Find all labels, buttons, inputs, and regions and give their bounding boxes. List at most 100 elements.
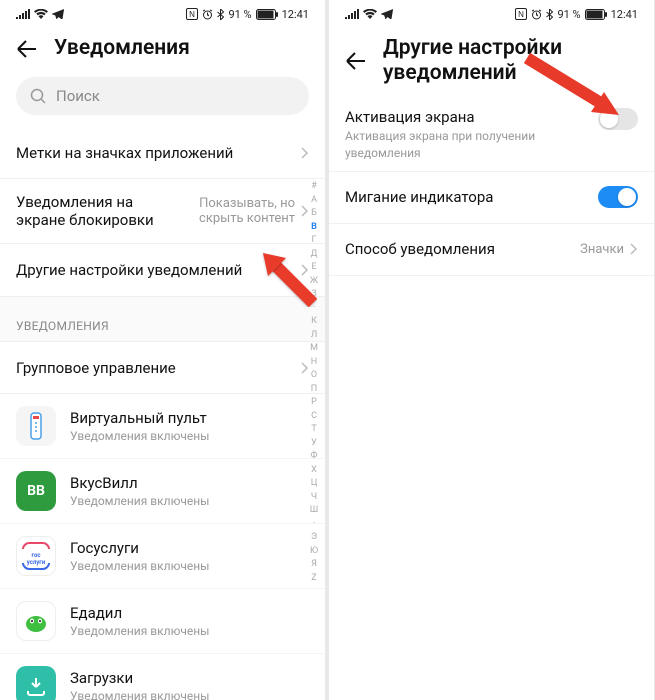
svg-text:гос: гос (32, 552, 41, 559)
alpha-index[interactable]: #АБВГДЕЖЗ·КЛМНОПРСТУФХЦЧШ·ЭЮЯZ (307, 180, 321, 690)
alpha-index-letter[interactable]: Ф (311, 450, 318, 464)
telegram-icon (52, 9, 64, 19)
battery-pct: 91 % (228, 8, 251, 21)
row-wake-screen[interactable]: Активация экрана Активация экрана при по… (329, 98, 654, 171)
alpha-index-letter[interactable]: А (311, 194, 317, 208)
toggle-led-blink[interactable] (598, 186, 638, 208)
row-app-badges[interactable]: Метки на значках приложений (0, 127, 325, 179)
page-title: Уведомления (54, 36, 190, 61)
bluetooth-icon (546, 9, 553, 20)
row-label: Активация экрана (345, 108, 598, 126)
row-led-blink[interactable]: Мигание индикатора (329, 172, 654, 224)
chevron-right-icon (301, 147, 309, 159)
row-value: Показывать, но скрыть контент (155, 196, 295, 226)
search-placeholder: Поиск (56, 87, 100, 105)
app-status: Уведомления включены (70, 429, 309, 443)
alpha-index-letter[interactable]: Н (311, 356, 317, 370)
app-status: Уведомления включены (70, 494, 309, 508)
alpha-index-letter[interactable]: Л (311, 329, 317, 343)
alpha-index-letter[interactable]: С (311, 410, 317, 424)
status-bar: N 91 % 12:41 (329, 0, 654, 28)
signal-icon (345, 9, 359, 19)
alpha-index-letter[interactable]: У (311, 437, 317, 451)
alpha-index-letter[interactable]: · (313, 518, 315, 532)
row-label: Групповое управление (16, 359, 301, 377)
row-group-management[interactable]: Групповое управление (0, 342, 325, 394)
alpha-index-letter[interactable]: Б (311, 207, 317, 221)
app-icon-gosuslugi: госуслуги (16, 536, 56, 576)
app-name: Едадил (70, 604, 309, 622)
telegram-icon (381, 9, 393, 19)
app-status: Уведомления включены (70, 624, 309, 638)
alarm-icon (531, 9, 542, 20)
svg-text:N: N (519, 10, 525, 19)
row-label: Способ уведомления (345, 240, 580, 258)
battery-pct: 91 % (557, 8, 580, 21)
row-label: Мигание индикатора (345, 188, 598, 206)
alpha-index-letter[interactable]: Я (311, 558, 317, 572)
page-title: Другие настройки уведомлений (383, 36, 603, 86)
alpha-index-letter[interactable]: Ч (311, 491, 317, 505)
row-label: Другие настройки уведомлений (16, 261, 301, 279)
alpha-index-letter[interactable]: Е (311, 261, 316, 275)
row-value: Значки (580, 242, 624, 257)
row-notification-method[interactable]: Способ уведомления Значки (329, 224, 654, 276)
row-lockscreen-notifications[interactable]: Уведомления на экране блокировки Показыв… (0, 179, 325, 244)
signal-icon (16, 9, 30, 19)
app-icon-downloads (16, 666, 56, 700)
svg-text:услуги: услуги (27, 559, 46, 566)
alpha-index-letter[interactable]: # (311, 180, 317, 194)
alpha-index-letter[interactable]: М (310, 342, 318, 356)
row-more-notification-settings[interactable]: Другие настройки уведомлений (0, 244, 325, 296)
chevron-right-icon (630, 243, 638, 255)
back-icon[interactable] (345, 50, 367, 72)
toggle-wake-screen[interactable] (598, 108, 638, 130)
section-header-notifications: УВЕДОМЛЕНИЯ (0, 296, 325, 342)
alpha-index-letter[interactable]: Ц (311, 477, 318, 491)
app-name: Загрузки (70, 669, 309, 687)
alpha-index-letter[interactable]: Ю (310, 545, 318, 559)
app-icon-remote (16, 406, 56, 446)
alpha-index-letter[interactable]: Д (311, 248, 318, 262)
search-input[interactable]: Поиск (16, 77, 309, 115)
clock: 12:41 (611, 8, 638, 21)
app-icon-edadil (16, 601, 56, 641)
alpha-index-letter[interactable]: З (311, 288, 316, 302)
app-row[interactable]: госуслуги Госуслуги Уведомления включены (0, 524, 325, 589)
alpha-index-letter[interactable]: Ш (310, 504, 318, 518)
alpha-index-letter[interactable]: П (311, 383, 317, 397)
alpha-index-letter[interactable]: О (311, 369, 317, 383)
alpha-index-letter[interactable]: Х (311, 464, 317, 478)
wifi-icon (34, 9, 48, 19)
battery-icon (585, 9, 607, 20)
app-row[interactable]: Загрузки Уведомления включены (0, 654, 325, 700)
battery-icon (256, 9, 278, 20)
nfc-icon: N (186, 8, 198, 20)
app-row[interactable]: BB ВкусВилл Уведомления включены (0, 459, 325, 524)
app-status: Уведомления включены (70, 689, 309, 700)
alpha-index-letter[interactable]: Р (311, 396, 317, 410)
alpha-index-letter[interactable]: Э (311, 531, 317, 545)
nfc-icon: N (515, 8, 527, 20)
alpha-index-letter[interactable]: К (311, 315, 317, 329)
wifi-icon (363, 9, 377, 19)
row-sub: Активация экрана при получении уведомлен… (345, 128, 598, 160)
app-name: Госуслуги (70, 539, 309, 557)
app-row[interactable]: Едадил Уведомления включены (0, 589, 325, 654)
bluetooth-icon (217, 9, 224, 20)
status-bar: N 91 % 12:41 (0, 0, 325, 28)
alpha-index-letter[interactable]: Г (311, 234, 316, 248)
alpha-index-letter[interactable]: Ж (310, 275, 318, 289)
alpha-index-letter[interactable]: Т (311, 423, 316, 437)
app-name: ВкусВилл (70, 474, 309, 492)
alpha-index-letter[interactable]: В (311, 221, 317, 235)
header: Уведомления (0, 28, 325, 73)
back-icon[interactable] (16, 38, 38, 60)
alpha-index-letter[interactable]: Z (311, 572, 316, 586)
search-icon (30, 88, 46, 104)
app-row[interactable]: Виртуальный пульт Уведомления включены (0, 394, 325, 459)
alpha-index-letter[interactable]: · (313, 302, 315, 316)
clock: 12:41 (282, 8, 309, 21)
alarm-icon (202, 9, 213, 20)
app-status: Уведомления включены (70, 559, 309, 573)
